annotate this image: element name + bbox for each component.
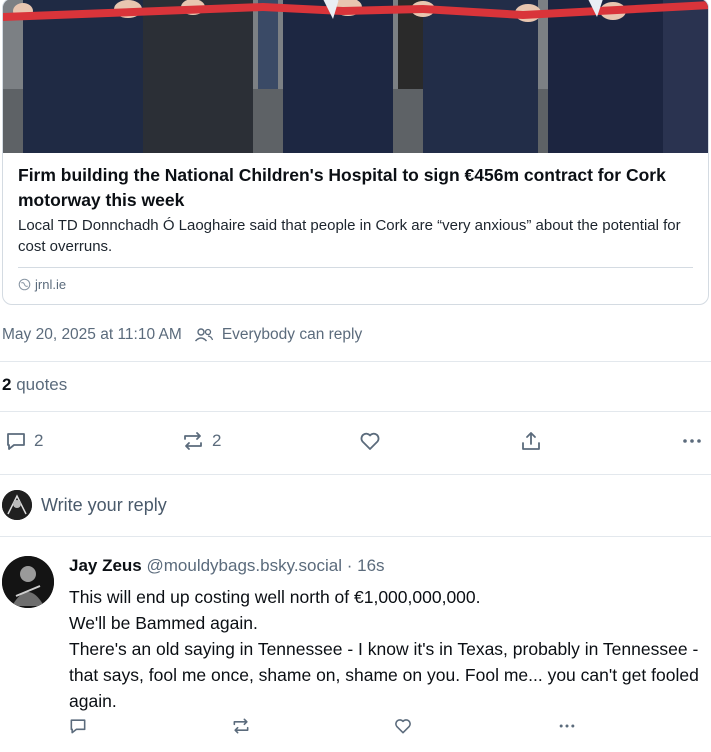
post-action-bar: 2 2 (0, 427, 711, 457)
preview-image (3, 0, 708, 153)
card-divider (18, 267, 693, 268)
repost-button[interactable]: 2 (180, 429, 221, 453)
post-header: Jay Zeus @mouldybags.bsky.social · 16s (69, 556, 385, 576)
divider (0, 536, 711, 537)
quotes-label: quotes (16, 375, 68, 394)
author-name[interactable]: Jay Zeus (69, 556, 142, 575)
post-action-bar (0, 716, 711, 742)
post-text: This will end up costing well north of €… (69, 584, 699, 714)
reply-button[interactable] (68, 716, 88, 736)
card-domain-label: jrnl.ie (35, 277, 67, 292)
repost-icon (180, 429, 206, 453)
more-icon (556, 716, 578, 736)
repost-button[interactable] (230, 716, 252, 736)
share-icon (519, 429, 543, 453)
divider (0, 361, 711, 362)
heart-icon (358, 429, 382, 453)
heart-icon (393, 716, 413, 736)
post-text-line: We'll be Bammed again. (69, 613, 258, 633)
quotes-count[interactable]: 2 quotes (2, 375, 67, 395)
like-button[interactable] (358, 429, 382, 453)
divider (0, 411, 711, 412)
link-preview-card[interactable]: Firm building the National Children's Ho… (2, 0, 709, 305)
quotes-number: 2 (2, 375, 12, 394)
reply-setting[interactable]: Everybody can reply (222, 326, 362, 344)
share-button[interactable] (519, 429, 543, 453)
repost-icon (230, 716, 252, 736)
reply-placeholder[interactable]: Write your reply (41, 495, 167, 516)
post-meta: May 20, 2025 at 11:10 AM Everybody can r… (2, 326, 362, 344)
reply-count: 2 (34, 431, 44, 450)
globe-icon (18, 278, 31, 291)
avatar[interactable] (2, 556, 54, 608)
reply-button[interactable]: 2 (4, 429, 43, 453)
post-age: · 16s (346, 556, 385, 575)
post-timestamp[interactable]: May 20, 2025 at 11:10 AM (2, 326, 182, 344)
repost-count: 2 (212, 431, 222, 450)
divider (0, 474, 711, 475)
people-icon (194, 327, 214, 343)
more-options-button[interactable] (680, 429, 704, 453)
card-title[interactable]: Firm building the National Children's Ho… (18, 163, 688, 213)
card-domain[interactable]: jrnl.ie (18, 277, 66, 292)
like-button[interactable] (393, 716, 413, 736)
reply-icon (4, 429, 28, 453)
post-text-line: This will end up costing well north of €… (69, 587, 481, 607)
card-description: Local TD Donnchadh Ó Laoghaire said that… (18, 217, 681, 255)
reply-composer[interactable]: Write your reply (0, 488, 711, 524)
more-icon (680, 429, 704, 453)
reply-icon (68, 716, 88, 736)
more-options-button[interactable] (556, 716, 578, 736)
author-handle[interactable]: @mouldybags.bsky.social (147, 556, 343, 575)
post-text-line: There's an old saying in Tennessee - I k… (69, 639, 699, 711)
avatar (2, 490, 32, 520)
